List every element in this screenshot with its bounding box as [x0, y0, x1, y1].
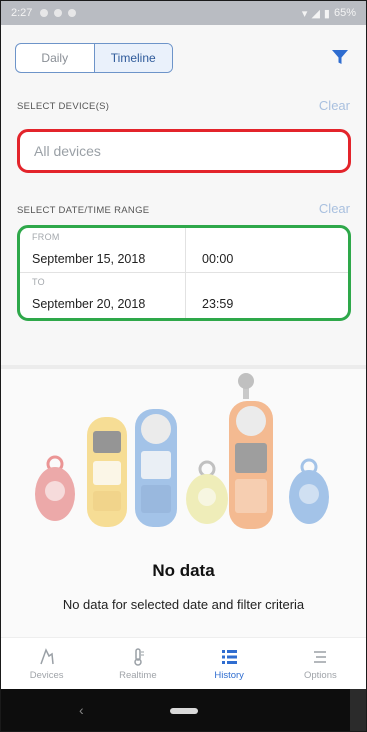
devices-icon — [39, 647, 54, 664]
thermometer-icon — [134, 647, 144, 666]
menu-icon — [314, 650, 327, 663]
empty-state-message: No data for selected date and filter cri… — [62, 597, 305, 612]
nav-options[interactable]: Options — [275, 638, 366, 689]
device-select-field[interactable]: All devices — [17, 129, 351, 173]
to-date-field[interactable]: September 20, 2018 — [32, 297, 145, 311]
row-separator — [185, 273, 186, 318]
from-caption: FROM — [32, 232, 60, 242]
battery-icon: ▮ — [323, 7, 330, 20]
filter-panel: Daily Timeline SELECT DEVICE(S) Clear Al… — [1, 25, 366, 365]
home-button[interactable] — [169, 708, 198, 714]
wifi-icon: ▾ — [301, 7, 308, 20]
from-row: FROM September 15, 2018 00:00 — [20, 228, 348, 273]
nav-devices-label: Devices — [29, 669, 64, 681]
list-icon — [222, 649, 238, 664]
to-caption: TO — [32, 277, 45, 287]
nav-realtime-label: Realtime — [119, 669, 157, 681]
date-section-label: SELECT DATE/TIME RANGE — [17, 205, 150, 216]
system-navigation-bar: ‹ — [1, 689, 366, 731]
signal-icon: ◢ — [311, 7, 320, 20]
status-bar: 2:27 ▾ ◢ ▮ 65% — [1, 1, 366, 25]
empty-state: No data No data for selected date and fi… — [1, 369, 366, 637]
nav-bar-edge — [350, 689, 366, 731]
battery-level: 65% — [333, 7, 356, 19]
back-icon[interactable]: ‹ — [79, 702, 84, 718]
filter-icon[interactable] — [330, 47, 350, 67]
nav-devices[interactable]: Devices — [1, 638, 92, 689]
from-date-field[interactable]: September 15, 2018 — [32, 252, 145, 266]
nav-history[interactable]: History — [184, 638, 275, 689]
nav-options-label: Options — [304, 669, 337, 681]
nav-history-label: History — [214, 669, 244, 681]
nav-realtime[interactable]: Realtime — [92, 638, 183, 689]
notification-icons — [40, 9, 77, 17]
device-clear-button[interactable]: Clear — [319, 98, 350, 113]
device-field-value: All devices — [34, 143, 101, 159]
timeline-tab[interactable]: Timeline — [93, 44, 172, 72]
notification-icon — [68, 9, 77, 17]
date-range-box: FROM September 15, 2018 00:00 TO Septemb… — [17, 225, 351, 321]
bottom-navigation: Devices Realtime History Options — [1, 637, 366, 689]
status-right: ▾ ◢ ▮ 65% — [302, 7, 356, 20]
device-section-label: SELECT DEVICE(S) — [17, 101, 110, 112]
to-time-field[interactable]: 23:59 — [202, 297, 233, 311]
notification-icon — [40, 9, 49, 17]
empty-state-title: No data — [152, 561, 215, 580]
from-time-field[interactable]: 00:00 — [202, 252, 233, 266]
daily-tab[interactable]: Daily — [16, 44, 94, 72]
notification-icon — [54, 9, 63, 17]
date-clear-button[interactable]: Clear — [319, 201, 350, 216]
row-separator — [185, 228, 186, 273]
status-time: 2:27 — [11, 7, 33, 19]
view-toggle: Daily Timeline — [15, 43, 173, 73]
phone-screen: 2:27 ▾ ◢ ▮ 65% Daily Timeline SELECT DEV… — [0, 0, 367, 732]
to-row: TO September 20, 2018 23:59 — [20, 273, 348, 318]
devices-illustration — [35, 373, 329, 529]
